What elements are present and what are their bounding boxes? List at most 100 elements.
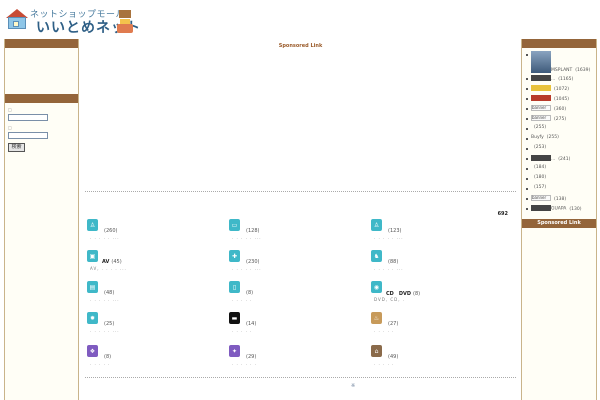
shop-list-item[interactable]: (253) xyxy=(526,145,594,155)
category-subcategories[interactable]: . . . . . xyxy=(374,328,394,333)
category-item[interactable]: ⌂ (49). . . . . xyxy=(371,345,511,375)
search-button[interactable]: 検索 xyxy=(8,143,25,152)
shop-list-item[interactable]: banner (138) xyxy=(526,195,594,205)
shop-name[interactable]: MSPLANT xyxy=(551,68,572,73)
shop-name[interactable]: ... xyxy=(551,157,555,162)
category-subcategories[interactable]: . . . . . xyxy=(232,328,252,333)
shop-list-item[interactable]: banner (360) xyxy=(526,105,594,115)
shop-name[interactable]: banner xyxy=(531,195,551,201)
shop-banner[interactable] xyxy=(531,95,551,101)
category-subcategories[interactable]: . . . . . ... xyxy=(90,297,120,302)
shop-list-item[interactable]: banner (275) xyxy=(526,115,594,125)
shop-list-item[interactable]: GUAPA (130) xyxy=(526,205,594,215)
book-icon[interactable]: ▤ xyxy=(87,281,98,293)
person-icon[interactable]: ♙ xyxy=(371,219,382,231)
tool-icon[interactable]: ✚ xyxy=(229,250,240,262)
shop-avatar[interactable] xyxy=(531,51,551,73)
shop-list-item[interactable]: (255) xyxy=(526,125,594,135)
shop-list-item[interactable]: MSPLANT (1639) xyxy=(526,51,594,75)
category-item[interactable]: ✹ (25). . . . . ... xyxy=(87,312,227,342)
car-icon[interactable]: ▬ xyxy=(229,312,240,324)
category-item[interactable]: ◉ CD DVD (8) DVD, CD, . xyxy=(371,281,511,311)
category-label[interactable]: (260) xyxy=(102,228,117,234)
gear-icon[interactable]: ✹ xyxy=(87,312,98,324)
animal-icon[interactable]: ♞ xyxy=(371,250,382,262)
category-item[interactable]: ▣ AV (45) AV, . . . . ... xyxy=(87,250,227,280)
phone-icon[interactable]: ▯ xyxy=(229,281,240,293)
category-label[interactable]: (8) xyxy=(244,290,253,296)
category-subcategories[interactable]: . . . . . ... xyxy=(374,235,404,240)
shop-list-item[interactable]: ... (241) xyxy=(526,155,594,165)
shop-list-item[interactable]: (180) xyxy=(526,175,594,185)
category-item[interactable]: ♨ (27). . . . . xyxy=(371,312,511,342)
category-label[interactable]: (8) xyxy=(102,354,111,360)
shop-list-item[interactable]: (184) xyxy=(526,165,594,175)
shop-name[interactable]: banner xyxy=(531,115,551,121)
category-subcategories[interactable]: . . . . . ... xyxy=(232,266,262,271)
category-count: (45) xyxy=(111,259,122,265)
category-subcategories[interactable]: AV, . . . . ... xyxy=(90,266,127,271)
category-item[interactable]: ✚ (230). . . . . ... xyxy=(229,250,369,280)
category-subcategories[interactable]: . . . . . ... xyxy=(90,328,120,333)
category-item[interactable]: ♙ (123). . . . . ... xyxy=(371,219,511,249)
category-item[interactable]: ▭ (128). . . . . ... xyxy=(229,219,369,249)
game-icon[interactable]: ✦ xyxy=(229,345,240,357)
category-item[interactable]: ❖ (8). . . . . xyxy=(87,345,227,375)
category-label[interactable]: (88) xyxy=(386,259,398,265)
category-item[interactable]: ♞ (88). . . . . ... xyxy=(371,250,511,280)
category-item[interactable]: ✦ (29). . . . . . xyxy=(229,345,369,375)
shop-count: (130) xyxy=(569,206,582,212)
category-item[interactable]: ▯ (8). . . . . xyxy=(229,281,369,311)
category-item[interactable]: ▤ (48). . . . . ... xyxy=(87,281,227,311)
shop-banner[interactable] xyxy=(531,205,551,211)
category-subcategories[interactable]: . . . . . ... xyxy=(232,235,262,240)
shop-name[interactable]: banner xyxy=(531,105,551,111)
category-subcategories[interactable]: DVD, CD, . xyxy=(374,297,405,302)
monitor-icon[interactable]: ▣ xyxy=(87,250,98,262)
shop-input[interactable] xyxy=(8,132,48,139)
category-subcategories[interactable]: . . . . . ... xyxy=(90,235,120,240)
category-label[interactable]: AV (45) xyxy=(102,259,122,265)
keyword-input[interactable] xyxy=(8,114,48,121)
category-label[interactable]: (49) xyxy=(386,354,398,360)
category-name[interactable]: AV xyxy=(102,259,109,265)
category-subcategories[interactable]: . . . . . xyxy=(374,361,394,366)
shop-name[interactable]: ... xyxy=(551,77,555,82)
shop-list-item[interactable]: Buyfy (255) xyxy=(526,135,594,145)
shop-banner[interactable] xyxy=(531,75,551,81)
category-item[interactable]: ♙ (260). . . . . ... xyxy=(87,219,227,249)
house-icon[interactable]: ⌂ xyxy=(371,345,382,357)
shop-banner[interactable] xyxy=(531,85,551,91)
gift-icon[interactable]: ❖ xyxy=(87,345,98,357)
category-subcategories[interactable]: . . . . . . xyxy=(232,361,257,366)
shop-count: (241) xyxy=(558,156,571,162)
food-icon[interactable]: ♨ xyxy=(371,312,382,324)
shop-name[interactable]: Buyfy xyxy=(531,135,544,140)
shop-list-item[interactable]: (157) xyxy=(526,185,594,195)
sponsored-link-heading[interactable]: Sponsored Link xyxy=(81,43,520,49)
category-label[interactable]: (29) xyxy=(244,354,256,360)
category-label[interactable]: CD DVD (8) xyxy=(386,290,420,297)
category-label[interactable]: (123) xyxy=(386,228,401,234)
category-label[interactable]: (14) xyxy=(244,321,256,327)
ticket-icon[interactable]: ▭ xyxy=(229,219,240,231)
shop-list-item[interactable]: (1045) xyxy=(526,95,594,105)
category-subcategories[interactable]: . . . . . ... xyxy=(374,266,404,271)
category-label[interactable]: (48) xyxy=(102,290,114,296)
shop-list-item[interactable]: ... (1165) xyxy=(526,75,594,85)
category-item[interactable]: ▬ (14). . . . . xyxy=(229,312,369,342)
shop-list-item[interactable]: (1072) xyxy=(526,85,594,95)
category-label[interactable]: (128) xyxy=(244,228,259,234)
shop-banner[interactable] xyxy=(531,155,551,161)
shop-name[interactable]: GUAPA xyxy=(551,207,566,212)
logo-house-icon[interactable] xyxy=(6,6,28,32)
category-subcategories[interactable]: . . . . . xyxy=(90,361,110,366)
shirt-icon[interactable]: ♙ xyxy=(87,219,98,231)
category-label[interactable]: (230) xyxy=(244,259,259,265)
category-label[interactable]: (27) xyxy=(386,321,398,327)
right-sponsored-heading[interactable]: Sponsored Link xyxy=(522,219,596,228)
category-label[interactable]: (25) xyxy=(102,321,114,327)
category-subcategories[interactable]: . . . . . xyxy=(232,297,252,302)
divider xyxy=(85,377,516,378)
disc-icon[interactable]: ◉ xyxy=(371,281,382,293)
